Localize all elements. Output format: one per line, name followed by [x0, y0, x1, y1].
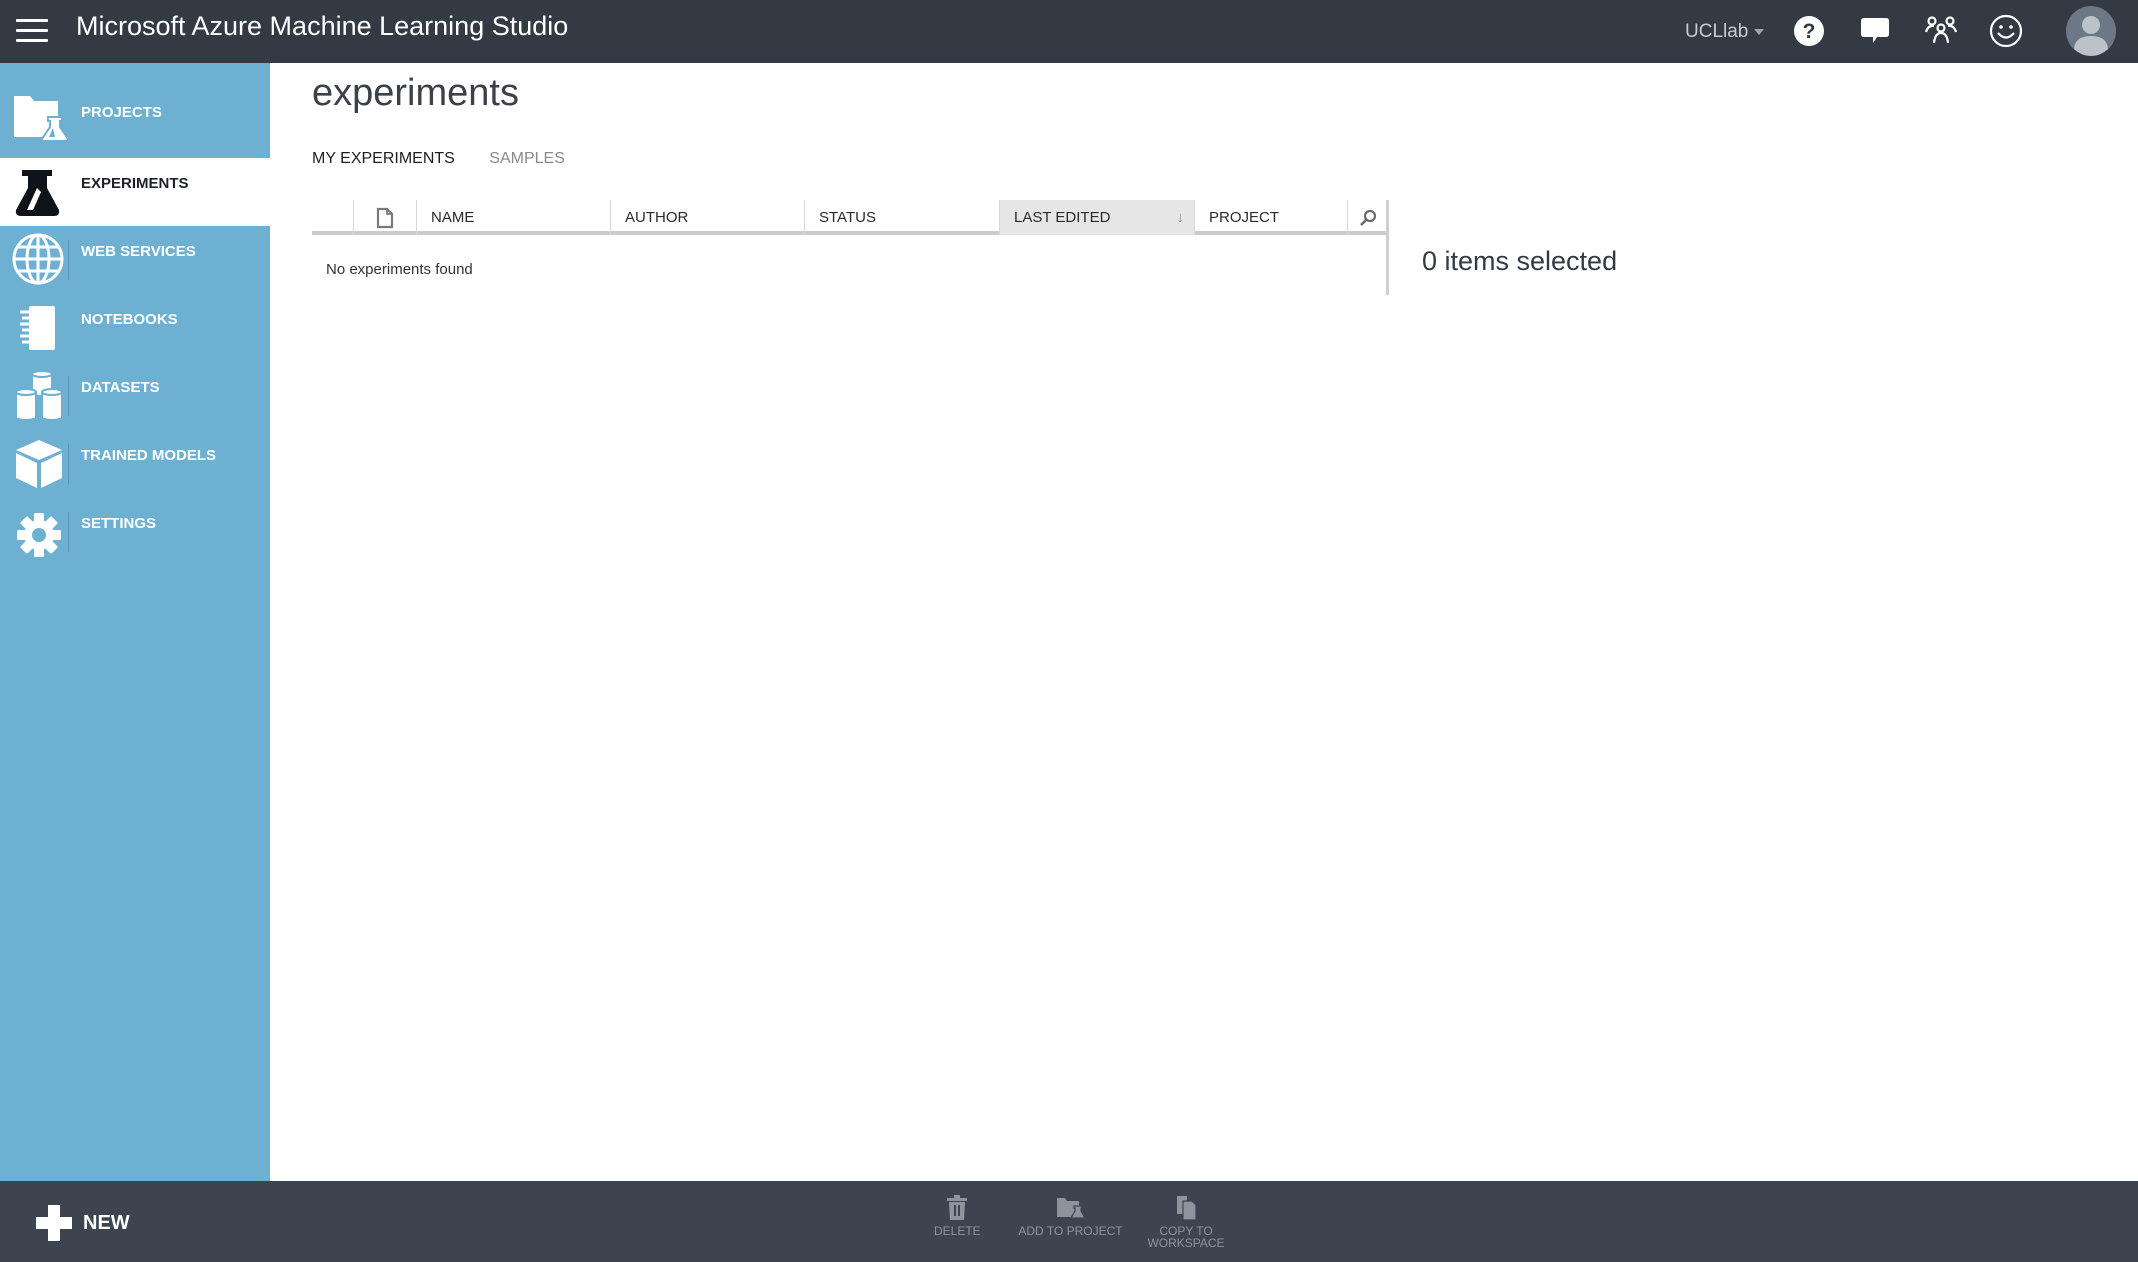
- top-bar: Microsoft Azure Machine Learning Studio …: [0, 0, 2138, 63]
- sidebar-item-trained-models[interactable]: TRAINED MODELS: [0, 430, 270, 498]
- sidebar-item-label: TRAINED MODELS: [81, 447, 216, 464]
- copy-to-workspace-button[interactable]: COPY TO WORKSPACE: [1146, 1195, 1226, 1249]
- delete-label: DELETE: [934, 1224, 981, 1238]
- table-header: NAME AUTHOR STATUS LAST EDITED ↓ PROJECT: [312, 200, 1387, 235]
- type-column-header[interactable]: [353, 200, 416, 235]
- document-icon: [376, 207, 394, 229]
- svg-text:?: ?: [1803, 20, 1816, 43]
- experiments-table: NAME AUTHOR STATUS LAST EDITED ↓ PROJECT…: [312, 200, 1387, 278]
- sidebar: PROJECTS EXPERIMENTS WEB SERVICES NOTEBO…: [0, 63, 270, 1181]
- divider: [1386, 200, 1389, 295]
- empty-message: No experiments found: [326, 261, 473, 278]
- sidebar-item-settings[interactable]: SETTINGS: [0, 498, 270, 566]
- notebook-icon: [20, 306, 55, 350]
- delete-button[interactable]: DELETE: [934, 1195, 981, 1238]
- tab-bar: MY EXPERIMENTS SAMPLES: [312, 150, 595, 168]
- selection-summary: 0 items selected: [1422, 246, 1618, 276]
- add-to-project-icon: [1056, 1198, 1086, 1219]
- workspace-selector[interactable]: UCLlab: [1685, 21, 1765, 43]
- sidebar-item-label: WEB SERVICES: [81, 243, 196, 260]
- search-button[interactable]: [1347, 200, 1387, 235]
- gear-icon: [17, 513, 61, 557]
- divider: [68, 376, 69, 416]
- app-title: Microsoft Azure Machine Learning Studio: [76, 11, 569, 41]
- plus-icon: [36, 1205, 72, 1241]
- trash-icon: [947, 1195, 967, 1220]
- cube-icon: [16, 440, 62, 488]
- tab-my-experiments[interactable]: MY EXPERIMENTS: [312, 150, 455, 168]
- add-to-project-label: ADD TO PROJECT: [1018, 1224, 1123, 1238]
- sidebar-item-datasets[interactable]: DATASETS: [0, 362, 270, 430]
- user-avatar-icon[interactable]: [2065, 5, 2117, 57]
- divider: [68, 512, 69, 552]
- sidebar-item-label: DATASETS: [81, 379, 160, 396]
- smiley-icon[interactable]: [1987, 12, 2025, 50]
- workspace-name: UCLlab: [1685, 21, 1749, 42]
- globe-icon: [12, 233, 64, 285]
- divider: [68, 444, 69, 484]
- column-header-label: LAST EDITED: [1014, 209, 1111, 226]
- sidebar-item-label: NOTEBOOKS: [81, 311, 178, 328]
- help-icon[interactable]: ?: [1790, 12, 1828, 50]
- column-header-project[interactable]: PROJECT: [1194, 200, 1347, 235]
- menu-icon[interactable]: [16, 19, 48, 43]
- page-title: experiments: [312, 72, 519, 114]
- sort-descending-icon: ↓: [1176, 209, 1185, 226]
- column-header-status[interactable]: STATUS: [804, 200, 999, 235]
- copy-to-workspace-label-line2: WORKSPACE: [1147, 1236, 1225, 1250]
- sidebar-item-label: EXPERIMENTS: [81, 175, 189, 192]
- copy-icon: [1177, 1196, 1197, 1221]
- bottom-command-bar: NEW DELETE ADD TO PROJECT COPY TO WORKSP…: [0, 1181, 2138, 1262]
- sidebar-item-label: PROJECTS: [81, 104, 162, 121]
- sidebar-item-notebooks[interactable]: NOTEBOOKS: [0, 294, 270, 362]
- column-header-name[interactable]: NAME: [416, 200, 610, 235]
- sidebar-item-web-services[interactable]: WEB SERVICES: [0, 226, 270, 294]
- chevron-down-icon: [1754, 28, 1765, 35]
- column-header-last-edited[interactable]: LAST EDITED ↓: [999, 200, 1194, 235]
- community-icon[interactable]: [1922, 12, 1960, 50]
- sidebar-item-projects[interactable]: PROJECTS: [0, 63, 270, 158]
- add-to-project-button[interactable]: ADD TO PROJECT: [1018, 1195, 1123, 1237]
- column-header-author[interactable]: AUTHOR: [610, 200, 804, 235]
- new-label: NEW: [83, 1212, 130, 1234]
- projects-icon: [14, 96, 69, 142]
- datasets-icon: [15, 370, 63, 421]
- divider: [68, 240, 69, 280]
- sidebar-item-label: SETTINGS: [81, 515, 157, 532]
- sidebar-item-experiments[interactable]: EXPERIMENTS: [0, 158, 270, 226]
- flask-icon: [15, 170, 60, 216]
- search-icon: [1359, 209, 1376, 226]
- tab-samples[interactable]: SAMPLES: [489, 150, 565, 168]
- feedback-icon[interactable]: [1856, 12, 1894, 50]
